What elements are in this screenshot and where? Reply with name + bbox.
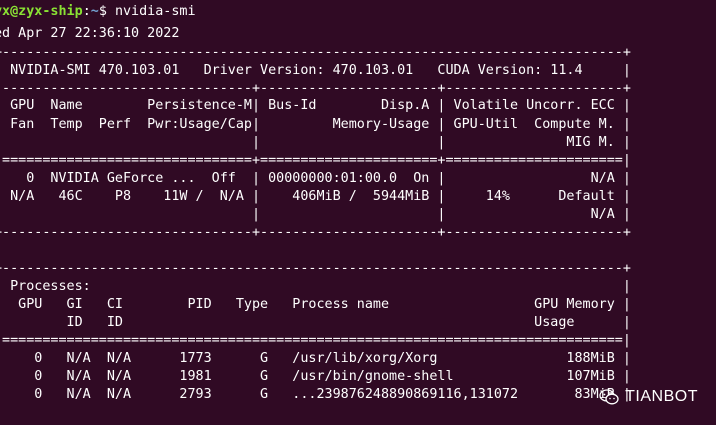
processes-border-top: +---------------------------------------… [0,261,631,276]
watermark-text: TIANBOT [625,388,698,405]
table-header-row: | | | MIG M. | [0,135,631,150]
output-date-line: ed Apr 27 22:36:10 2022 [0,26,180,41]
table-header-version: | NVIDIA-SMI 470.103.01 Driver Version: … [0,63,631,78]
gpu-row: | | | N/A | [0,207,631,222]
prompt-path: ~ [90,4,99,19]
prompt-separator: : [82,4,91,19]
process-row: | 0 N/A N/A 2793 G ...239876248890869116… [0,387,631,402]
prompt-command: nvidia-smi [114,4,196,19]
watermark: TIANBOT [599,386,698,408]
processes-header-row: | ID ID Usage | [0,315,631,330]
gpu-row: | 0 NVIDIA GeForce ... Off | 00000000:01… [0,171,631,186]
wechat-icon [599,389,619,405]
table-border-top: +---------------------------------------… [0,45,631,60]
process-row: | 0 N/A N/A 1773 G /usr/lib/xorg/Xorg 18… [0,351,631,366]
terminal-window[interactable]: yx@zyx-ship:~$ nvidia-smi ed Apr 27 22:3… [0,0,716,425]
table-separator: |-------------------------------+-------… [0,81,631,96]
gpu-row: | N/A 46C P8 11W / N/A | 406MiB / 5944Mi… [0,189,631,204]
table-double-separator: |===============================+=======… [0,153,631,168]
table-header-row: | Fan Temp Perf Pwr:Usage/Cap| Memory-Us… [0,117,631,132]
prompt-user-host: yx@zyx-ship [0,4,83,19]
prompt-symbol: $ [98,4,115,19]
processes-double-separator: |=======================================… [0,333,631,348]
processes-title: | Processes: | [0,279,631,294]
prompt-line: yx@zyx-ship:~$ nvidia-smi [0,3,196,21]
table-header-row: | GPU Name Persistence-M| Bus-Id Disp.A … [0,98,631,113]
table-border-bottom: +-------------------------------+-------… [0,225,631,240]
processes-header-row: | GPU GI CI PID Type Process name GPU Me… [0,297,631,312]
process-row: | 0 N/A N/A 1981 G /usr/bin/gnome-shell … [0,369,631,384]
